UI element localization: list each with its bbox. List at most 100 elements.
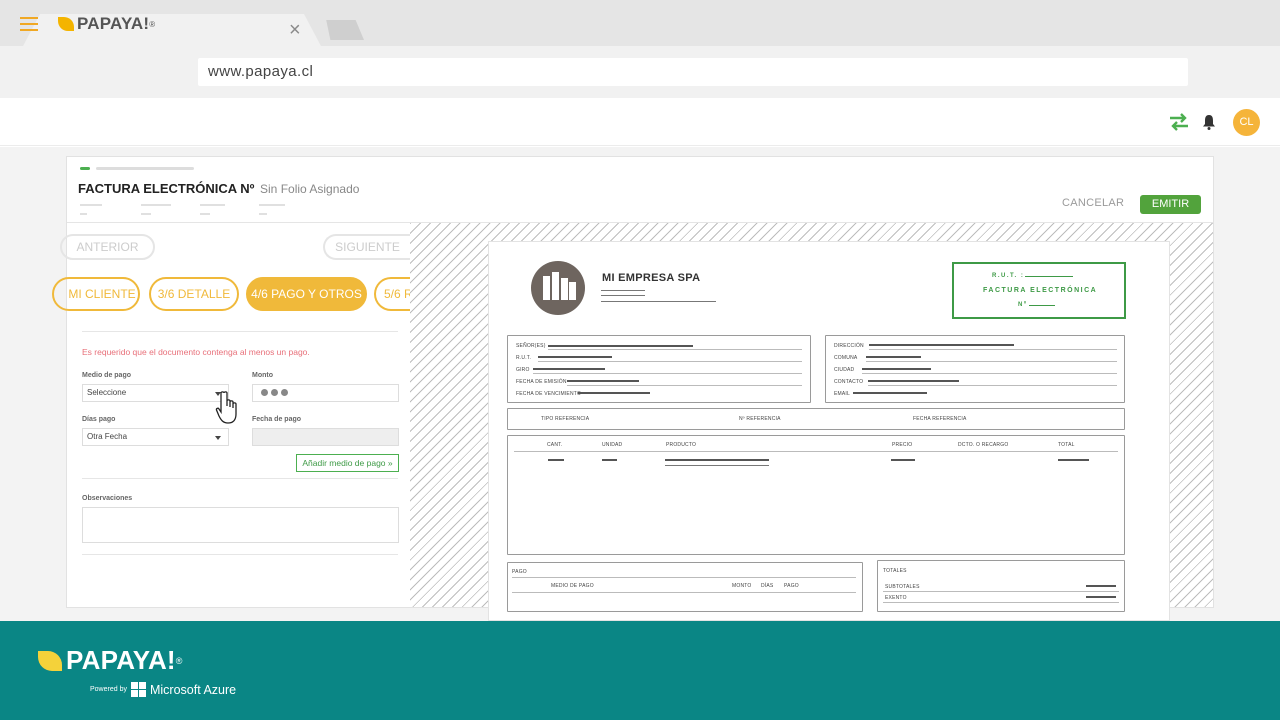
folio-value-line [1029, 305, 1055, 306]
amount-field[interactable] [252, 384, 399, 402]
address-bar[interactable]: www.papaya.cl [198, 58, 1188, 86]
papaya-leaf-icon [58, 17, 74, 31]
placeholder-line [533, 373, 802, 374]
items-table [507, 435, 1125, 555]
progress-indicator-active [80, 167, 90, 170]
placeholder-line [862, 373, 1117, 374]
payment-method-select[interactable]: Seleccione [82, 384, 229, 402]
payment-days-label: Días pago [82, 416, 116, 423]
observations-label: Observaciones [82, 495, 133, 502]
tab-close-icon[interactable]: × [289, 20, 301, 40]
items-header: PRECIO [892, 442, 913, 448]
items-header: TOTAL [1058, 442, 1075, 448]
rut-value-line [1025, 276, 1073, 277]
placeholder-line [548, 459, 564, 461]
payment-header: MEDIO DE PAGO [551, 583, 594, 589]
client-field-label: SEÑOR(ES) [516, 343, 546, 349]
items-header: PRODUCTO [666, 442, 697, 448]
placeholder-line [141, 204, 171, 206]
payment-method-label: Medio de pago [82, 372, 131, 379]
placeholder-line [891, 459, 915, 461]
partner-name: Microsoft Azure [149, 682, 237, 697]
app-header [0, 98, 1280, 146]
add-payment-method-button[interactable]: Añadir medio de pago » [296, 454, 399, 472]
papaya-leaf-icon [38, 650, 62, 671]
reference-header: TIPO REFERENCIA [541, 416, 590, 422]
reference-header: Nº REFERENCIA [739, 416, 781, 422]
placeholder-line [538, 361, 802, 362]
placeholder-line [1058, 459, 1089, 461]
payment-summary-rule [512, 592, 856, 593]
next-button[interactable]: SIGUIENTE [323, 234, 410, 260]
client-field-label: FECHA DE VENCIMIENTO [516, 391, 582, 397]
footer-logo-text: PAPAYA! [66, 645, 176, 675]
placeholder-line [578, 392, 650, 394]
address-field-label: COMUNA [834, 355, 858, 361]
placeholder-line [866, 356, 921, 358]
payment-header: DÍAS [761, 583, 774, 589]
placeholder-line [601, 290, 645, 291]
address-field-label: CONTACTO [834, 379, 864, 385]
placeholder-line [1086, 585, 1116, 587]
hand-pointer-icon [215, 391, 237, 424]
section-divider [82, 554, 398, 555]
previous-button[interactable]: ANTERIOR [60, 234, 155, 260]
observations-textarea[interactable] [82, 507, 399, 543]
placeholder-line [567, 380, 639, 382]
payment-days-select[interactable]: Otra Fecha [82, 428, 229, 446]
totals-row-rule [883, 602, 1119, 603]
app-logo[interactable]: PAPAYA! ® [58, 14, 155, 34]
emit-button[interactable]: EMITIR [1140, 195, 1201, 214]
document-type-title: FACTURA ELECTRÓNICA Nº [78, 181, 255, 196]
bell-icon[interactable] [1202, 114, 1216, 130]
masked-dot [281, 389, 288, 397]
placeholder-line [869, 344, 1014, 346]
placeholder-line [602, 459, 617, 461]
placeholder-line [866, 361, 1117, 362]
placeholder-line [1086, 596, 1116, 598]
section-divider [82, 331, 398, 332]
payment-summary-rule [512, 577, 856, 578]
placeholder-line [868, 385, 1117, 386]
step-payment-others[interactable]: 4/6 PAGO Y OTROS [246, 277, 367, 311]
client-field-label: R.U.T. [516, 355, 532, 361]
company-name: MI EMPRESA SPA [602, 272, 701, 284]
step-detail[interactable]: 3/6 DETALLE [149, 277, 239, 311]
placeholder-line [665, 465, 769, 466]
items-header: CANT. [547, 442, 563, 448]
placeholder-line [80, 213, 87, 215]
totals-row-label: EXENTO [885, 595, 907, 601]
reference-box [507, 408, 1125, 430]
placeholder-line [200, 213, 210, 215]
placeholder-line [567, 385, 802, 386]
user-avatar[interactable]: CL [1233, 109, 1260, 136]
powered-by: Powered by Microsoft Azure [90, 682, 236, 697]
placeholder-line [601, 301, 716, 302]
items-header: DCTO. O RECARGO [958, 442, 1009, 448]
items-header-rule [514, 451, 1118, 452]
folio-status: Sin Folio Asignado [260, 182, 360, 196]
company-logo-icon [531, 261, 585, 315]
placeholder-line [868, 380, 959, 382]
transfer-arrows-icon[interactable] [1168, 113, 1190, 131]
cancel-button[interactable]: CANCELAR [1062, 197, 1124, 209]
windows-logo-icon [130, 682, 146, 697]
page-title: FACTURA ELECTRÓNICA Nº Sin Folio Asignad… [78, 181, 359, 196]
hamburger-icon[interactable] [20, 17, 38, 31]
masked-dot [261, 389, 268, 397]
payment-method-value: Seleccione [87, 388, 127, 397]
folio-number-label: Nº [1018, 302, 1028, 308]
placeholder-line [548, 345, 693, 347]
step-my-client[interactable]: MI CLIENTE [52, 277, 140, 311]
placeholder-line [601, 295, 645, 296]
totals-row-label: SUBTOTALES [885, 584, 920, 590]
section-divider [82, 478, 398, 479]
placeholder-line [80, 204, 102, 206]
address-field-label: CIUDAD [834, 367, 855, 373]
totals-title: TOTALES [883, 568, 907, 574]
document-type-label: FACTURA ELECTRÓNICA [983, 287, 1098, 294]
rut-label: R.U.T. : [992, 273, 1025, 279]
address-field-label: DIRECCIÓN [834, 343, 864, 349]
placeholder-line [869, 349, 1117, 350]
payment-date-label: Fecha de pago [252, 416, 302, 423]
